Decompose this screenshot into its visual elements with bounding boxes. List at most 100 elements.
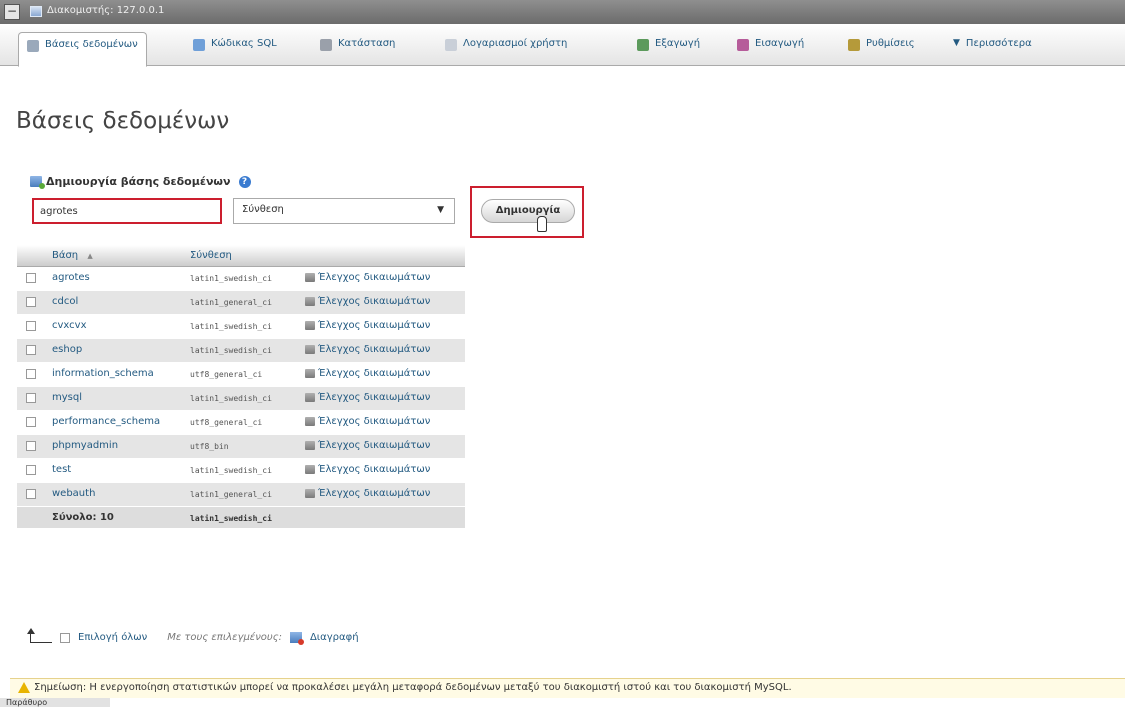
tab-more[interactable]: ▼ Περισσότερα <box>953 32 1032 66</box>
total-count: Σύνολο: 10 <box>52 512 114 523</box>
table-header: Βάση ▲ Σύνθεση <box>17 245 465 267</box>
row-checkbox[interactable] <box>26 465 36 475</box>
server-breadcrumb[interactable]: Διακομιστής: 127.0.0.1 <box>47 5 164 16</box>
row-checkbox[interactable] <box>26 441 36 451</box>
privileges-icon <box>305 369 315 378</box>
table-row: webauth latin1_general_ci Έλεγχος δικαιωμά… <box>17 483 465 507</box>
collation-value: latin1_swedish_ci <box>190 394 272 403</box>
collation-value: utf8_bin <box>190 442 229 451</box>
page-title: Βάσεις δεδομένων <box>16 108 230 134</box>
table-row: cvxcvx latin1_swedish_ci Έλεγχος δικαιωμάτ… <box>17 315 465 339</box>
database-table: Βάση ▲ Σύνθεση agrotes latin1_swedish_ci Έ… <box>17 245 465 529</box>
tab-sql[interactable]: Κώδικας SQL <box>193 32 277 66</box>
table-row: agrotes latin1_swedish_ci Έλεγχος δικαιωμά… <box>17 267 465 291</box>
sort-ascending-icon: ▲ <box>87 252 93 260</box>
collation-value: latin1_general_ci <box>190 490 272 499</box>
check-privileges-link[interactable]: Έλεγχος δικαιωμάτων <box>305 368 430 379</box>
database-name-link[interactable]: webauth <box>52 488 95 499</box>
database-name-link[interactable]: mysql <box>52 392 82 403</box>
check-privileges-link[interactable]: Έλεγχος δικαιωμάτων <box>305 392 430 403</box>
collation-value: latin1_swedish_ci <box>190 322 272 331</box>
database-name-link[interactable]: cvxcvx <box>52 320 87 331</box>
row-checkbox[interactable] <box>26 273 36 283</box>
tab-status[interactable]: Κατάσταση <box>320 32 395 66</box>
server-bar: − Διακομιστής: 127.0.0.1 <box>0 0 1125 24</box>
database-name-link[interactable]: agrotes <box>52 272 90 283</box>
table-row: performance_schema utf8_general_ci Έλεγχος… <box>17 411 465 435</box>
column-header-collation[interactable]: Σύνθεση <box>190 250 232 261</box>
database-name-link[interactable]: cdcol <box>52 296 78 307</box>
collation-value: utf8_general_ci <box>190 418 263 427</box>
row-checkbox[interactable] <box>26 321 36 331</box>
privileges-icon <box>305 441 315 450</box>
sql-icon <box>193 39 205 51</box>
privileges-icon <box>305 393 315 402</box>
collation-value: latin1_swedish_ci <box>190 274 272 283</box>
collation-value: utf8_general_ci <box>190 370 263 379</box>
table-row: test latin1_swedish_ci Έλεγχος δικαιωμάτων <box>17 459 465 483</box>
dropdown-arrow-icon: ▼ <box>437 205 444 215</box>
row-checkbox[interactable] <box>26 417 36 427</box>
users-icon <box>445 39 457 51</box>
tab-settings[interactable]: Ρυθμίσεις <box>848 32 915 66</box>
table-row: phpmyadmin utf8_bin Έλεγχος δικαιωμάτων <box>17 435 465 459</box>
select-all-checkbox[interactable] <box>60 632 70 643</box>
bulk-actions: Επιλογή όλων Με τους επιλεγμένους: Διαγρ… <box>27 627 359 645</box>
check-privileges-link[interactable]: Έλεγχος δικαιωμάτων <box>305 416 430 427</box>
privileges-icon <box>305 465 315 474</box>
table-row: information_schema utf8_general_ci Έλεγχος… <box>17 363 465 387</box>
row-checkbox[interactable] <box>26 369 36 379</box>
hand-cursor-icon <box>537 216 547 232</box>
row-checkbox[interactable] <box>26 297 36 307</box>
collapse-nav-button[interactable]: − <box>4 4 20 20</box>
check-privileges-link[interactable]: Έλεγχος δικαιωμάτων <box>305 464 430 475</box>
table-row: eshop latin1_swedish_ci Έλεγχος δικαιωμάτω… <box>17 339 465 363</box>
database-name-link[interactable]: information_schema <box>52 368 154 379</box>
table-footer: Σύνολο: 10 latin1_swedish_ci <box>17 507 465 529</box>
check-privileges-link[interactable]: Έλεγχος δικαιωμάτων <box>305 488 430 499</box>
check-privileges-link[interactable]: Έλεγχος δικαιωμάτων <box>305 320 430 331</box>
privileges-icon <box>305 273 315 282</box>
help-icon[interactable]: ? <box>238 175 251 188</box>
tab-user-accounts[interactable]: Λογαριασμοί χρήστη <box>445 32 567 66</box>
database-name-link[interactable]: performance_schema <box>52 416 160 427</box>
collation-value: latin1_swedish_ci <box>190 466 272 475</box>
tab-import[interactable]: Εισαγωγή <box>737 32 804 66</box>
row-checkbox[interactable] <box>26 393 36 403</box>
check-privileges-link[interactable]: Έλεγχος δικαιωμάτων <box>305 440 430 451</box>
delete-button[interactable]: Διαγραφή <box>310 632 359 643</box>
database-name-link[interactable]: phpmyadmin <box>52 440 118 451</box>
create-db-heading: Δημιουργία βάσης δεδομένων ? <box>30 175 251 189</box>
collation-value: latin1_swedish_ci <box>190 346 272 355</box>
check-privileges-link[interactable]: Έλεγχος δικαιωμάτων <box>305 272 430 283</box>
database-name-link[interactable]: test <box>52 464 71 475</box>
status-icon <box>320 39 332 51</box>
tab-databases[interactable]: Βάσεις δεδομένων <box>18 32 147 67</box>
create-button[interactable]: Δημιουργία <box>481 199 575 223</box>
main-tabs: Βάσεις δεδομένων Κώδικας SQL Κατάσταση Λ… <box>0 24 1125 67</box>
table-row: cdcol latin1_general_ci Έλεγχος δικαιωμάτω… <box>17 291 465 315</box>
row-checkbox[interactable] <box>26 489 36 499</box>
import-icon <box>737 39 749 51</box>
notice-bar: Σημείωση: Η ενεργοποίηση στατιστικών μπο… <box>10 678 1125 698</box>
default-collation: latin1_swedish_ci <box>190 514 272 523</box>
check-privileges-link[interactable]: Έλεγχος δικαιωμάτων <box>305 344 430 355</box>
row-checkbox[interactable] <box>26 345 36 355</box>
database-name-input[interactable] <box>32 198 222 224</box>
chevron-down-icon: ▼ <box>953 38 960 48</box>
console-toggle[interactable]: Παράθυρο <box>0 698 110 707</box>
wrench-icon <box>848 39 860 51</box>
table-row: mysql latin1_swedish_ci Έλεγχος δικαιωμάτω… <box>17 387 465 411</box>
column-header-database[interactable]: Βάση ▲ <box>52 250 93 261</box>
privileges-icon <box>305 345 315 354</box>
database-delete-icon <box>289 632 304 645</box>
tab-export[interactable]: Εξαγωγή <box>637 32 700 66</box>
with-selected-label: Με τους επιλεγμένους: <box>167 632 282 643</box>
select-all-label[interactable]: Επιλογή όλων <box>78 632 147 643</box>
database-name-link[interactable]: eshop <box>52 344 82 355</box>
collation-select[interactable]: Σύνθεση ▼ <box>233 198 455 224</box>
privileges-icon <box>305 489 315 498</box>
check-privileges-link[interactable]: Έλεγχος δικαιωμάτων <box>305 296 430 307</box>
privileges-icon <box>305 297 315 306</box>
database-icon <box>27 40 39 52</box>
